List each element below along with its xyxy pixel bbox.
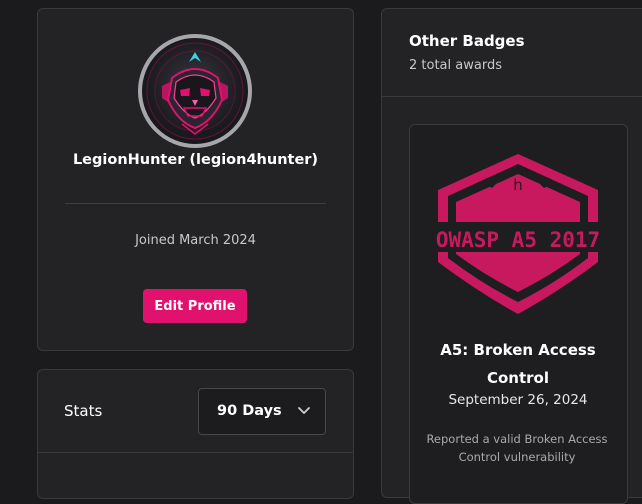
display-name: LegionHunter (legion4hunter) [72, 152, 319, 168]
divider [382, 96, 642, 97]
badges-title: Other Badges [409, 32, 525, 50]
badge-description: Reported a valid Broken Access Control v… [426, 432, 608, 464]
edit-profile-button[interactable]: Edit Profile [143, 289, 247, 323]
chevron-down-icon [298, 407, 310, 414]
divider [38, 452, 353, 453]
period-selected-value: 90 Days [217, 403, 282, 419]
hackerone-logo-icon: h [513, 176, 523, 194]
badge-date: September 26, 2024 [448, 392, 588, 408]
avatar [138, 34, 252, 148]
badge-name: A5: Broken Access Control [440, 341, 596, 387]
period-dropdown[interactable]: 90 Days [198, 388, 326, 435]
joined-date: Joined March 2024 [135, 233, 256, 248]
owasp-badge-emblem: OWASP A5 2017 h [432, 154, 604, 314]
divider [65, 203, 326, 204]
badge-emblem-text: OWASP A5 2017 [436, 228, 600, 252]
badges-count: 2 total awards [409, 58, 502, 73]
skull-avatar-icon [146, 42, 244, 140]
stats-title: Stats [64, 402, 103, 420]
